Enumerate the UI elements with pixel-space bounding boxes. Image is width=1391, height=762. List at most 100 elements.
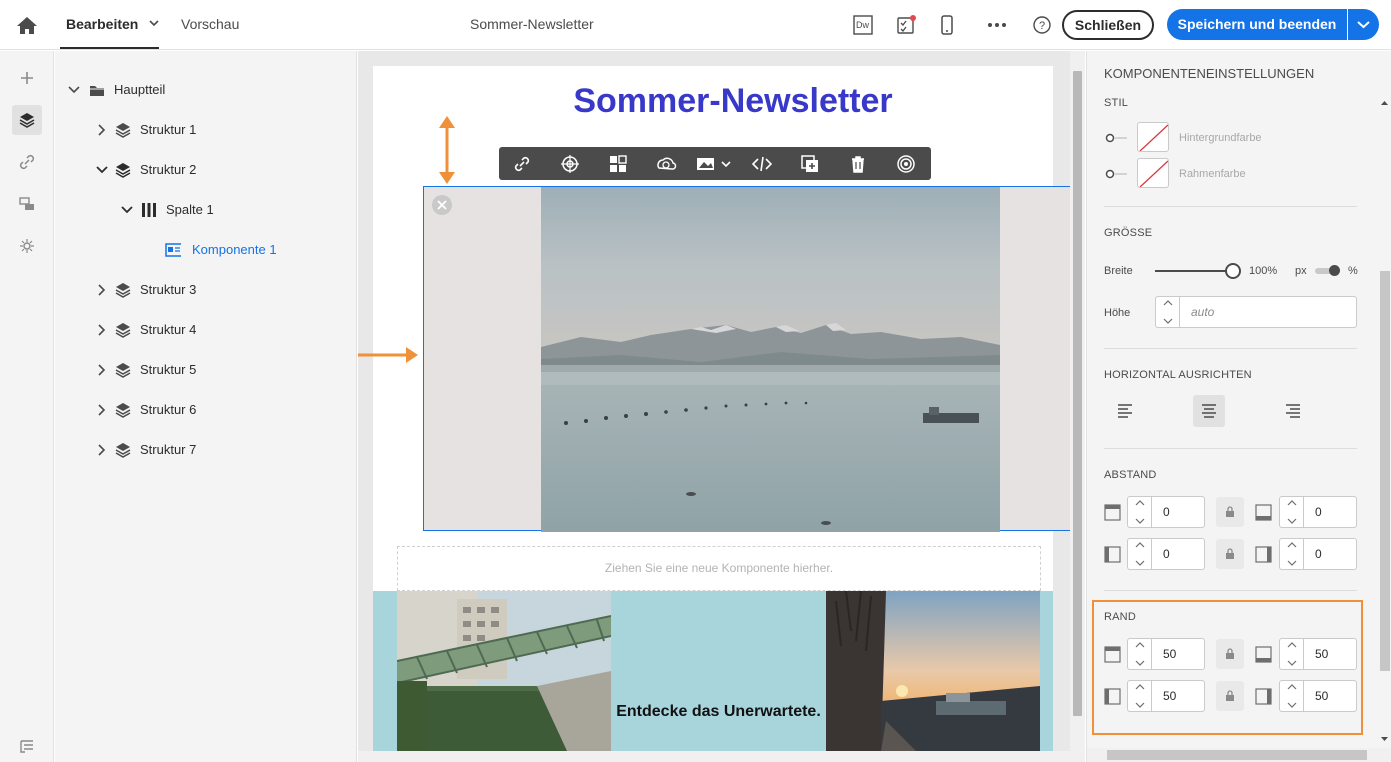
tab-preview[interactable]: Vorschau: [181, 16, 239, 32]
tree-item-struktur-2[interactable]: Struktur 2: [95, 160, 295, 180]
height-stepper[interactable]: [1155, 296, 1179, 328]
chevron-right-icon[interactable]: [95, 443, 109, 457]
border-color-swatch[interactable]: [1137, 158, 1169, 188]
padding-left-stepper[interactable]: [1127, 538, 1151, 570]
margin-top-stepper[interactable]: [1127, 638, 1151, 670]
more-icon[interactable]: [986, 14, 1008, 36]
layout-icon[interactable]: [607, 153, 629, 175]
background-color-toggle[interactable]: [1105, 132, 1127, 143]
margin-lock-icon[interactable]: [1216, 639, 1244, 669]
link-icon[interactable]: [12, 147, 42, 177]
close-button[interactable]: Schließen: [1062, 10, 1154, 40]
settings-vertical-scrollbar[interactable]: [1377, 96, 1391, 746]
divider: [1104, 206, 1357, 207]
settings-horizontal-scrollbar[interactable]: [1087, 748, 1391, 762]
bottom-structure[interactable]: Entdecke das Unerwartete.: [373, 591, 1053, 762]
tree-item-struktur-7[interactable]: Struktur 7: [95, 440, 295, 460]
duplicate-icon[interactable]: [799, 153, 821, 175]
checklist-icon[interactable]: [895, 14, 917, 36]
save-and-close-button[interactable]: Speichern und beenden: [1167, 9, 1347, 40]
height-label: Höhe: [1104, 307, 1131, 319]
margin-bottom-stepper[interactable]: [1279, 638, 1303, 670]
height-input[interactable]: auto: [1179, 296, 1357, 328]
margin-bottom-input[interactable]: 50: [1303, 638, 1357, 670]
tab-edit[interactable]: Bearbeiten: [66, 16, 138, 32]
dreamweaver-icon[interactable]: Dw: [852, 14, 874, 36]
lake-mountain-image: [541, 187, 1000, 532]
trash-icon[interactable]: [847, 153, 869, 175]
tree-item-struktur-3[interactable]: Struktur 3: [95, 280, 295, 300]
fragments-icon[interactable]: [12, 189, 42, 219]
discover-text[interactable]: Entdecke das Unerwartete.: [611, 703, 826, 721]
margin-left-stepper[interactable]: [1127, 680, 1151, 712]
mobile-preview-icon[interactable]: [936, 14, 958, 36]
padding-bottom-input[interactable]: 0: [1303, 496, 1357, 528]
tree-item-label: Hauptteil: [114, 82, 166, 97]
tree-item-struktur-1[interactable]: Struktur 1: [95, 120, 295, 140]
layers-icon[interactable]: [12, 105, 42, 135]
canvas-horizontal-scrollbar[interactable]: [358, 751, 1085, 762]
tree-item-struktur-4[interactable]: Struktur 4: [95, 320, 295, 340]
padding-lock-icon[interactable]: [1216, 497, 1244, 527]
chevron-down-icon[interactable]: [120, 203, 134, 217]
chevron-right-icon[interactable]: [95, 363, 109, 377]
image-icon[interactable]: [695, 153, 735, 175]
newsletter-title[interactable]: Sommer-Newsletter: [358, 82, 1085, 121]
tree-item-label: Struktur 5: [140, 362, 197, 377]
background-color-swatch[interactable]: [1137, 122, 1169, 152]
width-slider-track[interactable]: [1155, 270, 1233, 272]
chevron-right-icon[interactable]: [95, 323, 109, 337]
border-color-label: Rahmenfarbe: [1179, 168, 1246, 180]
canvas-vertical-scrollbar[interactable]: [1070, 51, 1085, 751]
margin-right-stepper[interactable]: [1279, 680, 1303, 712]
width-label: Breite: [1104, 265, 1133, 277]
border-color-toggle[interactable]: [1105, 168, 1127, 179]
bridge-canal-image: [397, 591, 611, 751]
add-icon[interactable]: [12, 63, 42, 93]
chevron-down-icon[interactable]: [95, 163, 109, 177]
personalization-icon[interactable]: [12, 231, 42, 261]
width-slider-handle[interactable]: [1225, 263, 1241, 279]
padding-bottom-stepper[interactable]: [1279, 496, 1303, 528]
drop-zone[interactable]: Ziehen Sie eine neue Komponente hierher.: [397, 546, 1041, 591]
target-icon[interactable]: [559, 153, 581, 175]
tree-bottom-icon[interactable]: [12, 731, 42, 761]
margin-right-input[interactable]: 50: [1303, 680, 1357, 712]
horizontal-resize-arrow-icon[interactable]: [358, 344, 420, 369]
home-icon[interactable]: [14, 13, 40, 37]
chevron-right-icon[interactable]: [95, 403, 109, 417]
save-options-button[interactable]: [1348, 9, 1379, 40]
tree-item-struktur-6[interactable]: Struktur 6: [95, 400, 295, 420]
align-center-button[interactable]: [1193, 395, 1225, 427]
padding-right-stepper[interactable]: [1279, 538, 1303, 570]
padding-right-input[interactable]: 0: [1303, 538, 1357, 570]
chevron-down-icon[interactable]: [67, 83, 81, 97]
chevron-right-icon[interactable]: [95, 283, 109, 297]
unit-toggle[interactable]: [1315, 265, 1340, 276]
code-icon[interactable]: [751, 153, 773, 175]
margin-lock-icon[interactable]: [1216, 681, 1244, 711]
chevron-right-icon[interactable]: [95, 123, 109, 137]
remove-component-button[interactable]: [432, 195, 452, 215]
creative-cloud-icon[interactable]: [655, 153, 677, 175]
component-settings-panel: KOMPONENTENEINSTELLUNGEN STIL Hintergrun…: [1086, 51, 1391, 762]
padding-lock-icon[interactable]: [1216, 539, 1244, 569]
align-left-button[interactable]: [1109, 395, 1141, 427]
selected-image-component[interactable]: [423, 186, 1083, 532]
padding-top-input[interactable]: 0: [1151, 496, 1205, 528]
chevron-down-icon[interactable]: [148, 17, 160, 29]
link-icon[interactable]: [511, 153, 533, 175]
padding-left-input[interactable]: 0: [1151, 538, 1205, 570]
fragment-icon[interactable]: [895, 153, 917, 175]
margin-top-input[interactable]: 50: [1151, 638, 1205, 670]
tree-item-komponente-1[interactable]: Komponente 1: [165, 240, 365, 260]
vertical-resize-arrow-icon[interactable]: [436, 114, 458, 189]
help-icon[interactable]: ?: [1031, 14, 1053, 36]
tree-item-label: Struktur 2: [140, 162, 197, 177]
margin-left-input[interactable]: 50: [1151, 680, 1205, 712]
tree-item-hauptteil[interactable]: Hauptteil: [67, 80, 267, 100]
tree-item-struktur-5[interactable]: Struktur 5: [95, 360, 295, 380]
padding-top-stepper[interactable]: [1127, 496, 1151, 528]
tree-item-spalte-1[interactable]: Spalte 1: [120, 200, 320, 220]
align-right-button[interactable]: [1277, 395, 1309, 427]
